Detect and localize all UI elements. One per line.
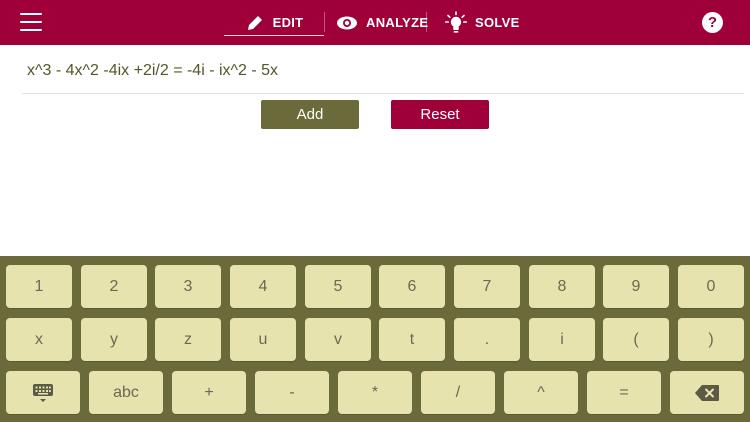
key-y[interactable]: y <box>81 318 147 361</box>
key-v[interactable]: v <box>305 318 371 361</box>
math-keyboard: 1 2 3 4 5 6 7 8 9 0 x y z u v t . i ( ) … <box>0 256 750 422</box>
eye-icon <box>337 16 357 29</box>
nav-separator <box>426 12 427 32</box>
backspace-icon <box>695 384 719 401</box>
tab-solve-label: SOLVE <box>475 15 520 30</box>
tab-edit-label: EDIT <box>272 15 304 30</box>
add-button[interactable]: Add <box>261 100 359 129</box>
key-8[interactable]: 8 <box>529 265 595 308</box>
keyboard-icon <box>33 383 53 402</box>
key-divide[interactable]: / <box>421 371 495 414</box>
tab-analyze[interactable]: ANALYZE <box>336 0 428 45</box>
key-4[interactable]: 4 <box>230 265 296 308</box>
lightbulb-icon <box>445 10 467 33</box>
menu-icon[interactable] <box>20 13 42 31</box>
equation-field[interactable]: x^3 - 4x^2 -4ix +2i/2 = -4i - ix^2 - 5x <box>27 62 278 80</box>
key-power[interactable]: ^ <box>504 371 578 414</box>
key-7[interactable]: 7 <box>454 265 520 308</box>
key-6[interactable]: 6 <box>379 265 445 308</box>
key-2[interactable]: 2 <box>81 265 147 308</box>
key-3[interactable]: 3 <box>155 265 221 308</box>
key-open-paren[interactable]: ( <box>603 318 669 361</box>
key-9[interactable]: 9 <box>603 265 669 308</box>
key-close-paren[interactable]: ) <box>678 318 744 361</box>
equation-underline <box>22 93 744 94</box>
help-label: ? <box>707 14 718 31</box>
top-bar: EDIT ANALYZE SOLVE ? <box>0 0 750 45</box>
key-1[interactable]: 1 <box>6 265 72 308</box>
tab-solve[interactable]: SOLVE <box>445 0 520 45</box>
key-multiply[interactable]: * <box>338 371 412 414</box>
tab-edit[interactable]: EDIT <box>224 0 324 45</box>
key-abc[interactable]: abc <box>89 371 163 414</box>
key-dot[interactable]: . <box>454 318 520 361</box>
nav-separator <box>324 12 325 32</box>
tab-analyze-label: ANALYZE <box>366 15 429 30</box>
key-u[interactable]: u <box>230 318 296 361</box>
pencil-icon <box>247 15 262 30</box>
keyboard-toggle-key[interactable] <box>6 371 80 414</box>
backspace-key[interactable] <box>670 371 744 414</box>
key-t[interactable]: t <box>379 318 445 361</box>
key-5[interactable]: 5 <box>305 265 371 308</box>
key-x[interactable]: x <box>6 318 72 361</box>
key-i[interactable]: i <box>529 318 595 361</box>
help-icon[interactable]: ? <box>702 12 723 33</box>
key-plus[interactable]: + <box>172 371 246 414</box>
reset-button[interactable]: Reset <box>391 100 489 129</box>
key-0[interactable]: 0 <box>678 265 744 308</box>
key-equals[interactable]: = <box>587 371 661 414</box>
key-minus[interactable]: - <box>255 371 329 414</box>
key-z[interactable]: z <box>155 318 221 361</box>
